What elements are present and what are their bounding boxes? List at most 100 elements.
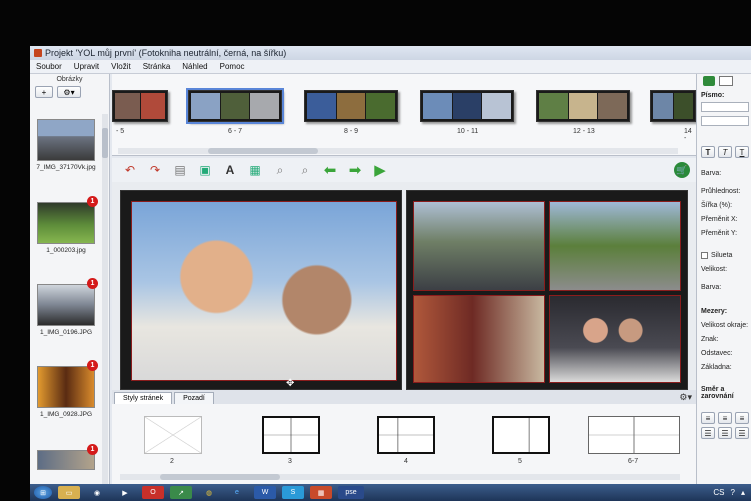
gear-icon: ⚙▾ (63, 87, 75, 97)
layers-icon[interactable] (703, 76, 715, 86)
menu-soubor[interactable]: Soubor (36, 62, 62, 71)
images-panel: Obrázky + ⚙▾ 7_IMG_37170Vk.jpg 1 1_00020… (30, 74, 110, 501)
start-button[interactable]: ⊞ (34, 486, 52, 499)
menu-nahled[interactable]: Náhled (182, 62, 207, 71)
left-page[interactable] (120, 190, 402, 390)
edge-size-label: Velikost okraje: (701, 322, 749, 329)
pse-label: pse (345, 489, 357, 496)
spacing-label: Mezery: (701, 308, 728, 315)
bold-button[interactable]: T (701, 146, 715, 158)
spread-thumbnail-selected[interactable] (186, 88, 284, 124)
skype-taskbar-button[interactable]: S (282, 486, 304, 499)
previous-page-button[interactable]: ⬅ (322, 162, 338, 179)
align-right-button[interactable]: ≡ (735, 412, 749, 424)
align-bottom-button[interactable]: ☰ (735, 427, 749, 439)
photobook-taskbar-button[interactable]: ▦ (310, 486, 332, 499)
tray-arrow-icon[interactable]: ▴ (741, 488, 745, 497)
menu-pomoc[interactable]: Pomoc (220, 62, 245, 71)
photo-frame[interactable] (131, 201, 397, 381)
photo-frame[interactable] (413, 295, 545, 383)
align-center-button[interactable]: ≡ (718, 412, 732, 424)
clipart-icon: ▦ (249, 163, 261, 177)
silhouette-checkbox[interactable] (701, 252, 708, 259)
folder-icon: ▭ (65, 489, 73, 497)
zoom-out-button[interactable]: ⌕ (272, 162, 288, 178)
tab-page-styles[interactable]: Styly stránek (114, 392, 173, 404)
gear-icon: ⚙▾ (679, 391, 692, 402)
image-item[interactable]: 1 (36, 444, 98, 470)
align-top-button[interactable]: ☰ (701, 427, 715, 439)
page-style-option[interactable] (377, 416, 435, 454)
photo-frame[interactable] (549, 201, 681, 291)
spread-thumbnail[interactable] (420, 90, 514, 122)
add-image-icon: ▣ (199, 163, 211, 177)
pse-taskbar-button[interactable]: pse (338, 486, 364, 499)
spread-thumbnail[interactable] (112, 90, 168, 122)
word-taskbar-button[interactable]: W (254, 486, 276, 499)
page-style-option[interactable] (492, 416, 550, 454)
media-taskbar-button[interactable]: ▶ (114, 486, 136, 499)
page-styles-scrollbar[interactable] (120, 474, 680, 480)
images-scrollbar[interactable] (102, 114, 108, 494)
italic-button[interactable]: T (718, 146, 732, 158)
image-item[interactable]: 1 1_000203.jpg (36, 196, 98, 254)
right-page[interactable] (406, 190, 688, 390)
chrome-taskbar-button[interactable]: ◍ (198, 486, 220, 499)
redo-icon: ↷ (149, 163, 161, 177)
save-button[interactable]: ▤ (172, 162, 188, 178)
image-item[interactable]: 7_IMG_37170Vk.jpg (36, 119, 96, 171)
opera-taskbar-button[interactable]: O (142, 486, 164, 499)
windows-icon: ⊞ (40, 489, 46, 497)
spread-label: 8 - 9 (344, 128, 359, 135)
spread-thumbnail[interactable] (650, 90, 696, 122)
photo-frame[interactable] (549, 295, 681, 383)
page-style-option[interactable] (262, 416, 320, 454)
page-style-option[interactable] (144, 416, 202, 454)
zoom-in-button[interactable]: ⌕ (297, 162, 313, 178)
font-label: Písmo: (701, 92, 725, 99)
underline-button[interactable]: T (735, 146, 749, 158)
cart-icon: 🛒 (674, 162, 690, 178)
photo-frame[interactable] (413, 201, 545, 291)
styles-options-button[interactable]: ⚙▾ (679, 392, 692, 403)
language-indicator[interactable]: CS (713, 488, 724, 497)
add-image-button[interactable]: + (35, 86, 53, 98)
zoom-in-icon: ⌕ (301, 162, 309, 177)
explorer-taskbar-button[interactable]: ▭ (58, 486, 80, 499)
undo-button[interactable]: ↶ (122, 162, 138, 178)
font-field[interactable] (701, 102, 749, 112)
ie-taskbar-button[interactable]: e (226, 486, 248, 499)
add-image-tool-button[interactable]: ▣ (197, 162, 213, 178)
align-center-icon: ≡ (722, 413, 728, 423)
align-left-button[interactable]: ≡ (701, 412, 715, 424)
menu-vlozit[interactable]: Vložit (111, 62, 131, 71)
add-clipart-button[interactable]: ▦ (247, 162, 263, 178)
font-size-field[interactable] (701, 116, 749, 126)
opera-icon: O (150, 489, 156, 496)
photobook-icon: ▦ (317, 489, 325, 497)
menu-upravit[interactable]: Upravit (74, 62, 99, 71)
spreads-scrollbar[interactable] (118, 148, 678, 154)
images-options-button[interactable]: ⚙▾ (57, 86, 81, 98)
menu-bar: Soubor Upravit Vložit Stránka Náhled Pom… (30, 60, 751, 74)
chart-taskbar-button[interactable]: ↗ (170, 486, 192, 499)
page-style-option[interactable] (588, 416, 680, 454)
align-left-icon: ≡ (705, 413, 711, 423)
network-taskbar-button[interactable]: ◉ (86, 486, 108, 499)
menu-stranka[interactable]: Stránka (143, 62, 171, 71)
align-middle-button[interactable]: ☰ (718, 427, 732, 439)
next-page-button[interactable]: ➡ (347, 162, 363, 179)
play-preview-button[interactable]: ▶ (372, 162, 388, 179)
add-text-button[interactable]: A (222, 162, 238, 178)
spread-thumbnail[interactable] (304, 90, 398, 122)
frame-icon[interactable] (719, 76, 733, 86)
image-filename: 7_IMG_37170Vk.jpg (36, 164, 96, 171)
order-button[interactable]: 🛒 (674, 162, 690, 178)
image-item[interactable]: 1 1_IMG_0196.JPG (36, 278, 98, 336)
help-icon[interactable]: ? (731, 488, 735, 497)
tab-background[interactable]: Pozadí (174, 392, 214, 404)
word-icon: W (261, 489, 269, 496)
spread-thumbnail[interactable] (536, 90, 630, 122)
redo-button[interactable]: ↷ (147, 162, 163, 178)
image-item[interactable]: 1 1_IMG_0928.JPG (36, 360, 98, 418)
